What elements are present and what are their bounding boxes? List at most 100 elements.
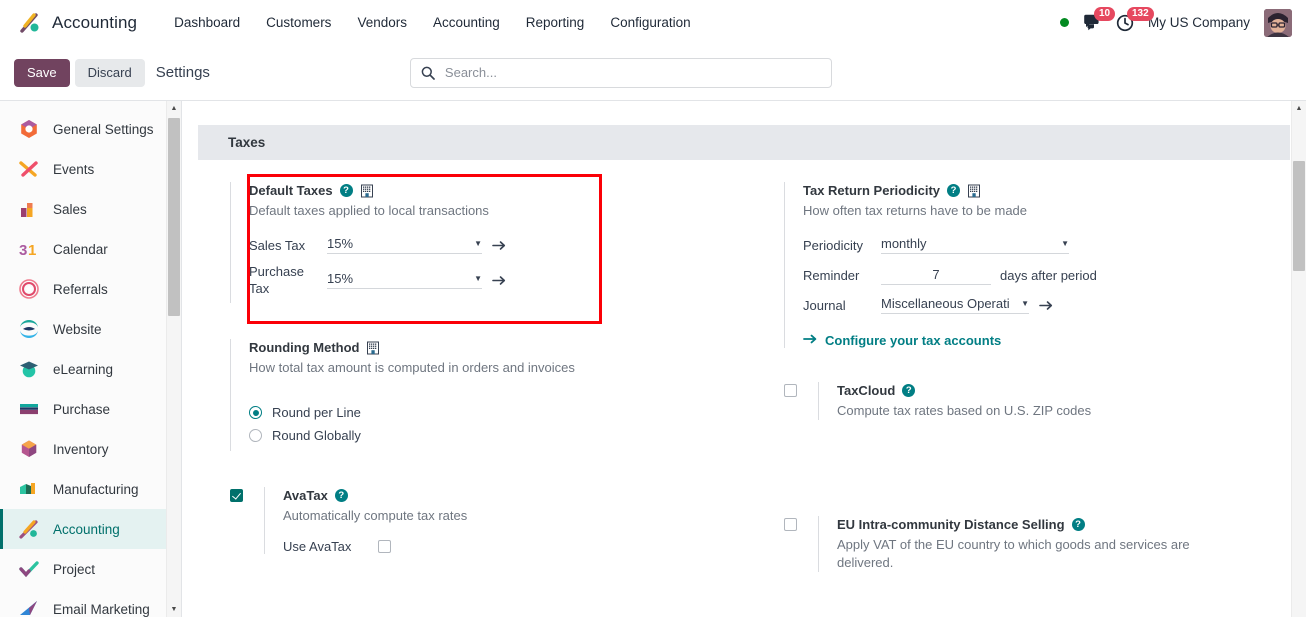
scroll-down-arrow-icon[interactable]: ▼ [167, 602, 181, 617]
search-input[interactable] [442, 64, 821, 81]
avatax-checkbox[interactable] [230, 489, 243, 502]
help-question-icon[interactable]: ? [902, 384, 916, 397]
activities-menu[interactable]: 132 [1116, 6, 1154, 32]
sidebar-item-label: Accounting [53, 521, 120, 537]
sidebar-item-referrals[interactable]: Referrals [0, 269, 181, 309]
radio-round-globally[interactable]: Round Globally [249, 428, 716, 443]
field-control: monthly ▼ [881, 236, 1069, 254]
chevron-down-icon: ▼ [474, 239, 482, 248]
sidebar-item-inventory[interactable]: Inventory [0, 429, 181, 469]
messages-menu[interactable]: 10 [1083, 7, 1116, 31]
sidebar-item-label: Sales [53, 201, 87, 217]
avatax-use-field: Use AvaTax [283, 539, 716, 554]
avatar[interactable] [1264, 8, 1292, 37]
nav-link-configuration[interactable]: Configuration [597, 9, 703, 36]
radio-indicator[interactable] [249, 429, 262, 442]
periodicity-select[interactable]: monthly ▼ [881, 236, 1069, 254]
brand[interactable]: Accounting [18, 11, 137, 35]
setting-title: TaxCloud [837, 383, 896, 398]
taxcloud-checkbox[interactable] [784, 384, 797, 397]
tax-return-periodicity-fields: Periodicity monthly ▼ Reminder 7 days af… [803, 233, 1262, 317]
scroll-up-arrow-icon[interactable]: ▲ [167, 101, 181, 116]
settings-content-inner: Taxes Default Taxes ? Default taxes appl… [182, 125, 1306, 598]
radio-label: Round per Line [272, 405, 361, 420]
sales-bars-icon [18, 198, 40, 220]
setting-rounding-method: Rounding Method How total tax amount is … [230, 339, 716, 451]
content-scrollbar[interactable]: ▲ [1291, 101, 1306, 617]
radio-round-per-line[interactable]: Round per Line [249, 405, 716, 420]
purchase-tax-internal-link-arrow-icon[interactable] [492, 274, 507, 287]
nav-link-dashboard[interactable]: Dashboard [161, 9, 253, 36]
sidebar-item-label: Referrals [53, 281, 108, 297]
field-label: Periodicity [803, 237, 863, 253]
setting-description: Default taxes applied to local transacti… [249, 203, 489, 218]
sidebar-item-manufacturing[interactable]: Manufacturing [0, 469, 181, 509]
reminder-days-input[interactable] [881, 265, 991, 285]
journal-internal-link-arrow-icon[interactable] [1039, 299, 1054, 312]
sidebar-item-events[interactable]: Events [0, 149, 181, 189]
website-icon [18, 318, 40, 340]
scroll-up-arrow-icon[interactable]: ▲ [1292, 101, 1306, 116]
nav-link-reporting[interactable]: Reporting [513, 9, 598, 36]
sales-tax-select[interactable]: 15% ▼ [327, 236, 482, 254]
field-control: 15% ▼ [327, 236, 507, 254]
setting-title-row: EU Intra-community Distance Selling ? [837, 516, 1262, 533]
sidebar-scrollbar-thumb[interactable] [168, 118, 180, 316]
sidebar-item-website[interactable]: Website [0, 309, 181, 349]
odoo-accounting-logo-icon [18, 11, 42, 35]
settings-gear-icon [18, 118, 40, 140]
sidebar-item-accounting[interactable]: Accounting [0, 509, 181, 549]
calendar-31-icon: 3 1 [18, 238, 40, 260]
sidebar-item-email-marketing[interactable]: Email Marketing [0, 589, 181, 617]
company-building-icon[interactable] [967, 184, 981, 198]
settings-content: Taxes Default Taxes ? Default taxes appl… [182, 101, 1306, 617]
radio-indicator-selected[interactable] [249, 406, 262, 419]
purchase-tax-select[interactable]: 15% ▼ [327, 271, 482, 289]
sidebar-item-general-settings[interactable]: General Settings [0, 109, 181, 149]
configure-tax-accounts-link[interactable]: Configure your tax accounts [803, 333, 1262, 348]
nav-link-accounting[interactable]: Accounting [420, 9, 513, 36]
purchase-card-icon [18, 398, 40, 420]
content-scrollbar-thumb[interactable] [1293, 161, 1305, 271]
save-button[interactable]: Save [14, 58, 70, 87]
field-control: days after period [881, 265, 1097, 285]
sidebar-item-purchase[interactable]: Purchase [0, 389, 181, 429]
use-avatax-checkbox[interactable] [378, 540, 391, 553]
search-container[interactable] [409, 57, 832, 88]
sidebar-item-calendar[interactable]: 3 1 Calendar [0, 229, 181, 269]
presence-online-dot-icon[interactable] [1059, 18, 1069, 27]
body-wrap: General Settings Events Sales 3 1 Calend… [0, 100, 1306, 617]
field-control: 15% ▼ [327, 271, 507, 289]
company-building-icon[interactable] [366, 341, 380, 355]
svg-text:3: 3 [19, 242, 27, 259]
journal-select[interactable]: Miscellaneous Operati ▼ [881, 296, 1029, 314]
company-switcher[interactable]: My US Company [1148, 15, 1250, 30]
email-marketing-icon [18, 598, 40, 617]
setting-title: EU Intra-community Distance Selling [837, 517, 1065, 532]
sidebar-scrollbar[interactable]: ▲ ▼ [166, 101, 181, 617]
setting-title-row: TaxCloud ? [837, 382, 1262, 399]
nav-link-vendors[interactable]: Vendors [344, 9, 420, 36]
sidebar-item-sales[interactable]: Sales [0, 189, 181, 229]
eu-distance-selling-checkbox[interactable] [784, 518, 797, 531]
help-question-icon[interactable]: ? [334, 489, 348, 502]
sidebar-item-elearning[interactable]: eLearning [0, 349, 181, 389]
sidebar-item-label: Events [53, 161, 95, 177]
top-navbar: Accounting Dashboard Customers Vendors A… [0, 0, 1306, 45]
setting-eu-distance-selling: EU Intra-community Distance Selling ? Ap… [784, 516, 1262, 572]
nav-link-customers[interactable]: Customers [253, 9, 344, 36]
sidebar-item-label: eLearning [53, 361, 114, 377]
help-question-icon[interactable]: ? [1071, 518, 1085, 531]
help-question-icon[interactable]: ? [339, 184, 353, 197]
manufacturing-icon [18, 478, 40, 500]
sidebar-item-project[interactable]: Project [0, 549, 181, 589]
company-building-icon[interactable] [360, 184, 374, 198]
discard-button[interactable]: Discard [74, 58, 145, 87]
field-label: Journal [803, 297, 846, 313]
setting-default-taxes-body: Default Taxes ? Default taxes applied to… [230, 182, 716, 303]
field-row-sales-tax: Sales Tax 15% ▼ [249, 233, 716, 257]
sales-tax-internal-link-arrow-icon[interactable] [492, 239, 507, 252]
search-icon [421, 66, 435, 80]
help-question-icon[interactable]: ? [947, 184, 961, 197]
setting-title: AvaTax [283, 488, 328, 503]
